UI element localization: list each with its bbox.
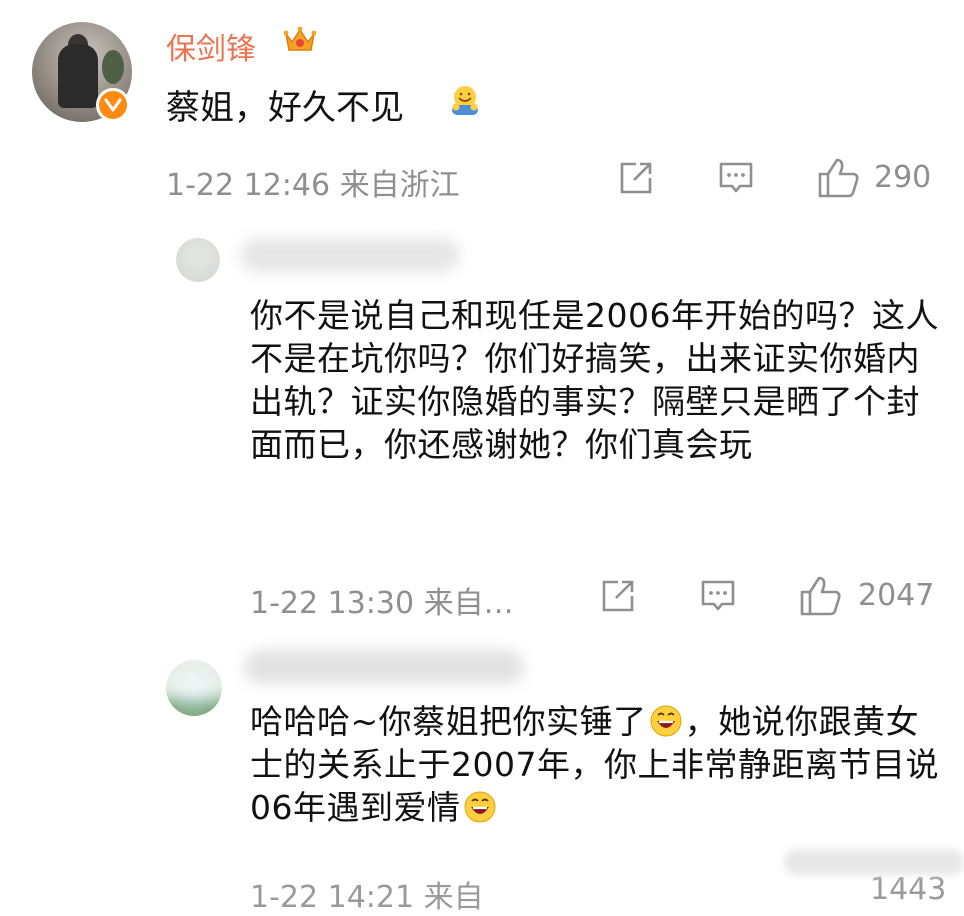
reply-username-blurred <box>240 238 460 272</box>
avatar-plant <box>102 50 124 84</box>
comment-meta: 1-22 12:46 来自浙江 <box>166 168 460 203</box>
crown-icon <box>282 22 318 58</box>
commenter-username[interactable]: 保剑锋 <box>166 24 256 68</box>
thumbs-up-icon[interactable] <box>816 156 860 200</box>
reply-meta-partial: 1-22 14:21 来自 <box>250 880 484 915</box>
laughing-emoji-icon <box>649 704 683 738</box>
reply-like-count-partial[interactable]: 1443 <box>870 872 946 907</box>
verified-badge-icon <box>96 88 130 122</box>
share-icon[interactable] <box>616 158 656 198</box>
comment-like-count[interactable]: 290 <box>874 160 931 195</box>
reply-text: 哈哈哈~你蔡姐把你实锤了 ，她说你跟黄女士的关系止于2007年，你上非常静距离节目… <box>250 700 940 829</box>
reply-text-part1: 哈哈哈~你蔡姐把你实锤了 <box>250 702 647 741</box>
reply-text: 你不是说自己和现任是2006年开始的吗？这人不是在坑你吗？你们好搞笑，出来证实你… <box>250 296 939 464</box>
comment-icon[interactable] <box>698 576 738 616</box>
reply-like-count[interactable]: 2047 <box>858 578 934 613</box>
comment-icon[interactable] <box>716 158 756 198</box>
reply-meta: 1-22 13:30 来自… <box>250 586 514 621</box>
laughing-emoji-icon <box>463 790 497 824</box>
watermark-blur <box>784 849 964 875</box>
share-icon[interactable] <box>598 576 638 616</box>
hug-emoji-icon <box>448 83 482 117</box>
comment-text: 蔡姐，好久不见 <box>166 88 404 128</box>
avatar-body <box>58 44 98 108</box>
reply-username-blurred <box>244 650 524 684</box>
thumbs-up-icon[interactable] <box>798 574 842 618</box>
